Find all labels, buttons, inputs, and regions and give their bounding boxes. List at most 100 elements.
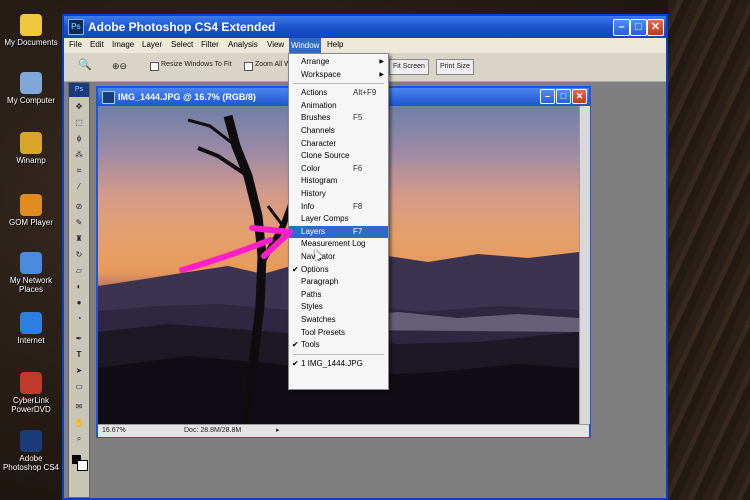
photoshop-logo-icon: Ps <box>68 19 84 35</box>
doc-maximize-button[interactable]: □ <box>556 89 571 104</box>
eraser-tool-icon[interactable]: ▱ <box>72 265 86 277</box>
status-arrow-icon[interactable]: ▸ <box>276 426 280 434</box>
document-size: Doc: 28.8M/28.8M <box>184 427 242 434</box>
menu-item-label: Options <box>301 264 329 274</box>
menu-item-actions[interactable]: Actions Alt+F9 <box>289 87 388 99</box>
menu-filter[interactable]: Filter <box>201 40 219 49</box>
menu-item-shortcut: F8 <box>353 201 363 211</box>
menu-item-info[interactable]: Info F8 <box>289 201 388 213</box>
desktop-icon[interactable]: My Documents <box>2 14 60 47</box>
menu-item-styles[interactable]: Styles <box>289 301 388 313</box>
fit-screen-button[interactable]: Fit Screen <box>389 59 429 75</box>
menu-item-swatches[interactable]: Swatches <box>289 314 388 326</box>
vertical-scrollbar[interactable] <box>579 106 590 424</box>
shape-tool-icon[interactable]: ▭ <box>72 381 86 393</box>
desktop-icon-label: CyberLink PowerDVD <box>11 396 51 414</box>
desktop-icon[interactable]: Winamp <box>2 132 60 165</box>
zoom-in-icon[interactable]: ⊕⊖ <box>112 61 127 72</box>
menu-item-workspace[interactable]: Workspace ▶ <box>289 69 388 81</box>
desktop-icon-label: Internet <box>17 336 45 345</box>
magic-wand-tool-icon[interactable]: ⁂ <box>72 149 86 161</box>
photoshop-window: Ps Adobe Photoshop CS4 Extended – □ ✕ Fi… <box>62 14 668 500</box>
menu-item-tool-presets[interactable]: Tool Presets <box>289 327 388 339</box>
notes-tool-icon[interactable]: ✉ <box>72 401 86 413</box>
desktop-app-icon <box>20 132 42 154</box>
menu-item-animation[interactable]: Animation <box>289 100 388 112</box>
maximize-button[interactable]: □ <box>630 19 647 36</box>
menu-file[interactable]: File <box>69 40 82 49</box>
desktop-icon-label: My Network Places <box>9 276 53 294</box>
menu-item-label: Workspace <box>301 69 341 79</box>
menu-item-label: Histogram <box>301 176 338 186</box>
menu-item-channels[interactable]: Channels <box>289 125 388 137</box>
menu-image[interactable]: Image <box>112 40 134 49</box>
menu-item-layers[interactable]: Layers F7 <box>289 225 388 238</box>
menu-item-character[interactable]: Character <box>289 138 388 150</box>
brush-tool-icon[interactable]: ✎ <box>72 217 86 229</box>
stamp-tool-icon[interactable]: ♜ <box>72 233 86 245</box>
menu-item-layer-comps[interactable]: Layer Comps <box>289 213 388 225</box>
desktop-icon[interactable]: GOM Player <box>2 194 60 227</box>
menu-window[interactable]: Window <box>289 38 322 53</box>
menu-item-label: Actions <box>301 88 328 98</box>
menu-select[interactable]: Select <box>171 40 193 49</box>
submenu-arrow-icon: ▶ <box>379 71 384 78</box>
crop-tool-icon[interactable]: ⌗ <box>72 165 86 177</box>
desktop-icon[interactable]: Internet <box>2 312 60 345</box>
doc-minimize-button[interactable]: – <box>540 89 555 104</box>
menu-item-options[interactable]: ✔ Options <box>289 264 388 276</box>
menu-item-tools[interactable]: ✔ Tools <box>289 339 388 351</box>
zoom-all-checkbox[interactable] <box>244 62 253 71</box>
menu-analysis[interactable]: Analysis <box>228 40 258 49</box>
zoom-all-label: Zoom All W <box>255 61 291 68</box>
menu-item-navigator[interactable]: Navigator <box>289 251 388 263</box>
desktop-app-icon <box>20 312 42 334</box>
hand-tool-icon[interactable]: ✋ <box>72 417 86 429</box>
menu-item-color[interactable]: Color F6 <box>289 163 388 175</box>
print-size-button[interactable]: Print Size <box>436 59 474 75</box>
background-color-swatch[interactable] <box>77 460 88 471</box>
blur-tool-icon[interactable]: ● <box>72 297 86 309</box>
desktop-icon-label: Adobe Photoshop CS4 <box>2 454 60 472</box>
desktop-icon[interactable]: Adobe Photoshop CS4 <box>2 430 60 472</box>
menu-item-1-img-1444-jpg[interactable]: ✔ 1 IMG_1444.JPG <box>289 358 388 370</box>
minimize-button[interactable]: – <box>613 19 630 36</box>
doc-close-button[interactable]: ✕ <box>572 89 587 104</box>
dodge-tool-icon[interactable]: ◔ <box>72 313 86 325</box>
resize-windows-checkbox[interactable] <box>150 62 159 71</box>
marquee-tool-icon[interactable]: ⬚ <box>72 117 86 129</box>
zoom-level[interactable]: 16.67% <box>102 427 126 434</box>
desktop-icon-label: GOM Player <box>8 218 53 227</box>
menu-item-label: Styles <box>301 302 323 312</box>
type-tool-icon[interactable]: T <box>72 349 86 361</box>
history-brush-icon[interactable]: ↻ <box>72 249 86 261</box>
menu-item-brushes[interactable]: Brushes F5 <box>289 112 388 124</box>
resize-windows-label: Resize Windows To Fit <box>161 61 232 68</box>
menu-view[interactable]: View <box>267 40 284 49</box>
lasso-tool-icon[interactable]: ϕ <box>72 133 86 145</box>
zoom-tool-box-icon[interactable]: ⌕ <box>72 433 86 445</box>
menu-item-histogram[interactable]: Histogram <box>289 175 388 187</box>
menu-edit[interactable]: Edit <box>90 40 104 49</box>
desktop-icon[interactable]: CyberLink PowerDVD <box>2 372 60 414</box>
menu-item-clone-source[interactable]: Clone Source <box>289 150 388 162</box>
desktop-icon[interactable]: My Network Places <box>2 252 60 294</box>
paint-bucket-icon[interactable]: ◐ <box>72 281 86 293</box>
title-bar[interactable]: Ps Adobe Photoshop CS4 Extended – □ ✕ <box>64 16 666 38</box>
menu-item-arrange[interactable]: Arrange ▶ <box>289 56 388 68</box>
pen-tool-icon[interactable]: ✒ <box>72 333 86 345</box>
healing-tool-icon[interactable]: ⊘ <box>72 201 86 213</box>
menu-item-history[interactable]: History <box>289 188 388 200</box>
menu-help[interactable]: Help <box>327 40 343 49</box>
move-tool-icon[interactable]: ✥ <box>72 101 86 113</box>
zoom-tool-icon[interactable]: 🔍 <box>78 58 92 71</box>
menu-item-measurement-log[interactable]: Measurement Log <box>289 238 388 250</box>
path-selection-icon[interactable]: ➤ <box>72 365 86 377</box>
menu-separator <box>293 83 384 85</box>
close-button[interactable]: ✕ <box>647 19 664 36</box>
menu-item-paths[interactable]: Paths <box>289 289 388 301</box>
desktop-icon[interactable]: My Computer <box>2 72 60 105</box>
menu-item-paragraph[interactable]: Paragraph <box>289 276 388 288</box>
menu-layer[interactable]: Layer <box>142 40 162 49</box>
eyedropper-tool-icon[interactable]: ⁄ <box>72 181 86 193</box>
